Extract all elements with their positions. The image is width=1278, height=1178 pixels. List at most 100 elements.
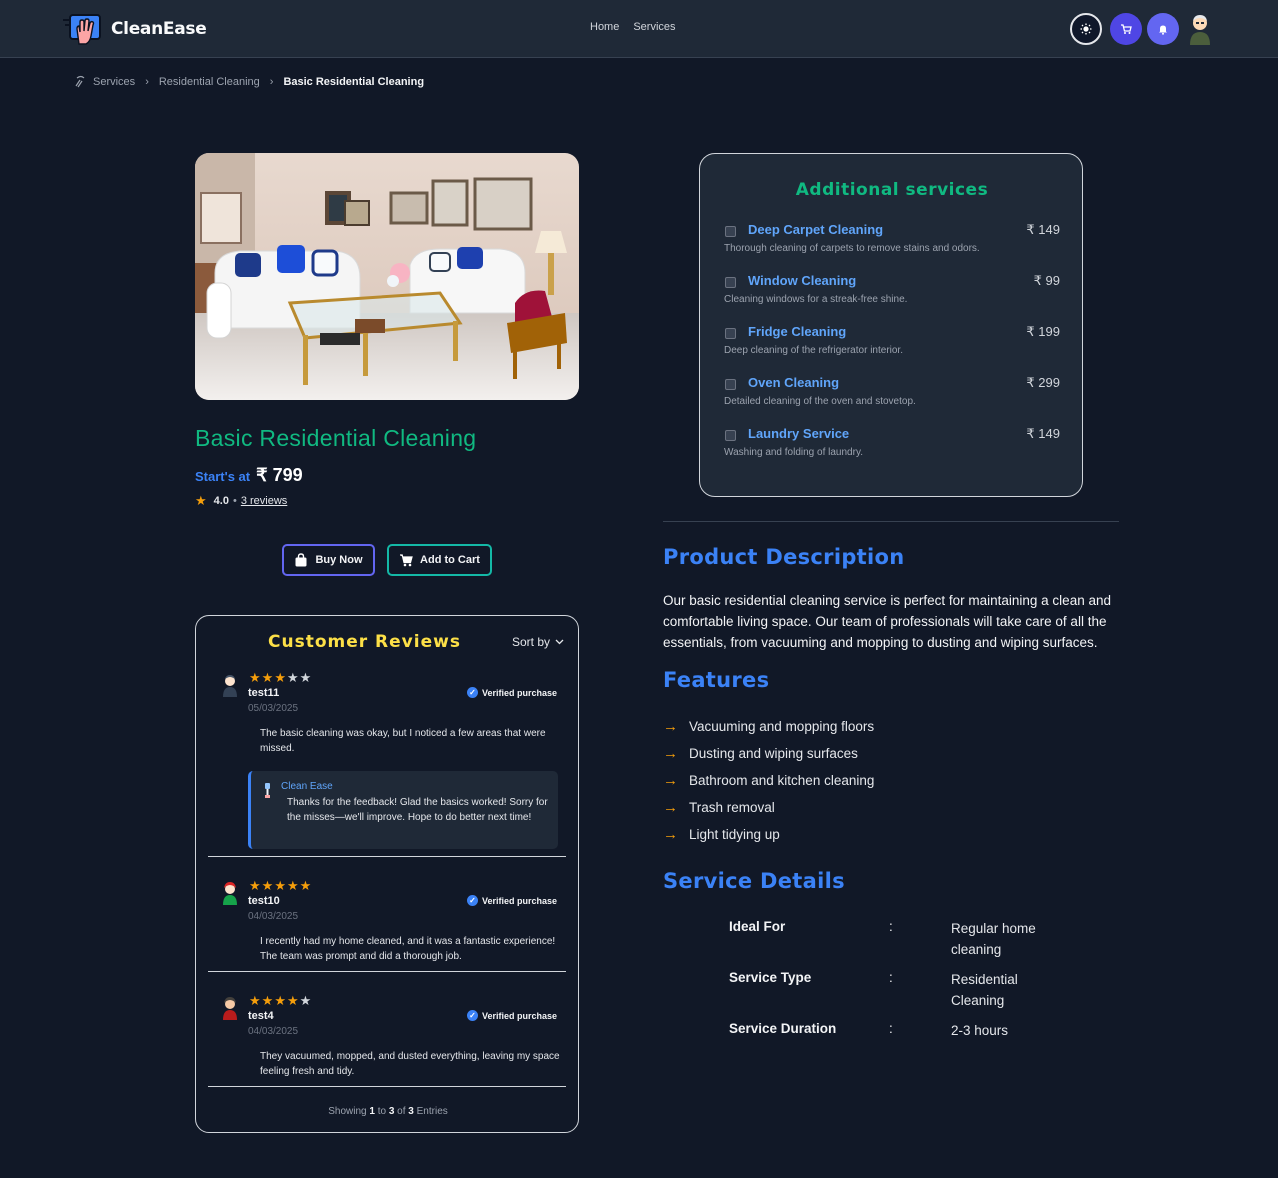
main-nav: Home Services — [590, 21, 676, 33]
star-filled-icon: ★ — [274, 670, 287, 685]
brand-name: CleanEase — [111, 19, 207, 39]
service-details-heading: Service Details — [663, 869, 845, 893]
review-divider — [208, 1086, 566, 1087]
customer-reviews-panel: Customer Reviews Sort by ★★★★★ test11 05… — [195, 615, 579, 1133]
price-value: ₹ 799 — [256, 465, 303, 485]
review-text: I recently had my home cleaned, and it w… — [260, 936, 556, 962]
star-filled-icon: ★ — [261, 993, 275, 1008]
sun-icon — [1080, 23, 1092, 35]
sort-by-label: Sort by — [511, 635, 550, 649]
service-checkbox[interactable] — [725, 277, 736, 288]
star-filled-icon: ★ — [249, 670, 262, 685]
showing-prefix: Showing — [328, 1106, 367, 1117]
service-option: Fridge Cleaning ₹ 199 Deep cleaning of t… — [724, 324, 1060, 365]
detail-value: 2-3 hours — [951, 1023, 1009, 1038]
verified-label: Verified purchase — [481, 895, 557, 906]
cart-button[interactable] — [1110, 13, 1142, 45]
service-checkbox[interactable] — [725, 328, 736, 339]
theme-toggle-button[interactable] — [1070, 13, 1102, 45]
service-price: ₹ 149 — [1026, 426, 1060, 441]
top-navbar: CleanEase Home Services — [0, 0, 1278, 58]
star-icon: ★ — [195, 493, 207, 508]
review-item: ★★★★★ test4 04/03/2025 ✓ Verified purcha… — [208, 993, 566, 1088]
reviewer-name: test4 — [248, 1010, 274, 1022]
user-avatar[interactable] — [1186, 13, 1214, 45]
review-text: The basic cleaning was okay, but I notic… — [260, 728, 546, 754]
service-price: ₹ 99 — [1033, 273, 1060, 288]
seller-reply: Clean Ease Thanks for the feedback! Glad… — [248, 771, 558, 849]
reviewer-name: test10 — [248, 895, 280, 907]
star-empty-icon: ★ — [299, 993, 313, 1008]
features-heading: Features — [663, 668, 770, 692]
review-stars: ★★★★★ — [249, 878, 312, 894]
review-date: 04/03/2025 — [248, 1026, 299, 1037]
star-filled-icon: ★ — [299, 878, 313, 893]
sort-by-dropdown[interactable]: Sort by — [512, 635, 564, 649]
reviewer-avatar — [221, 996, 239, 1020]
cleaner-brush-icon — [263, 783, 272, 799]
showing-from: 1 — [369, 1106, 375, 1117]
nav-services-link[interactable]: Services — [633, 21, 675, 33]
feature-label: Dusting and wiping surfaces — [689, 746, 858, 761]
verified-badge: ✓ Verified purchase — [466, 1010, 557, 1021]
star-filled-icon: ★ — [274, 878, 287, 893]
additional-services-panel: Additional services Deep Carpet Cleaning… — [699, 153, 1083, 497]
review-date: 04/03/2025 — [248, 911, 299, 922]
breadcrumb-services[interactable]: Services — [93, 76, 135, 88]
feature-item: → Trash removal — [663, 794, 874, 821]
verified-check-icon: ✓ — [466, 895, 478, 906]
add-to-cart-button[interactable]: Add to Cart — [387, 544, 492, 576]
showing-to: 3 — [388, 1106, 395, 1117]
notifications-button[interactable] — [1147, 13, 1179, 45]
product-title: Basic Residential Cleaning — [195, 425, 477, 451]
detail-key: Service Duration — [729, 1021, 837, 1036]
arrow-right-icon: → — [663, 772, 678, 789]
shopping-bag-icon — [295, 553, 307, 567]
reviewer-avatar — [221, 673, 239, 697]
service-price: ₹ 149 — [1026, 222, 1060, 237]
review-stars: ★★★★★ — [249, 670, 312, 686]
service-name[interactable]: Window Cleaning — [748, 273, 856, 288]
bell-icon — [1159, 25, 1167, 35]
chevron-right-icon: › — [145, 75, 149, 88]
service-description: Deep cleaning of the refrigerator interi… — [724, 345, 903, 356]
pagination-info: Showing 1 to 3 of 3 Entries — [196, 1106, 580, 1117]
review-divider — [208, 971, 566, 972]
detail-key: Service Type — [729, 970, 812, 985]
reviews-link[interactable]: 3 reviews — [241, 495, 287, 507]
service-name[interactable]: Oven Cleaning — [748, 375, 839, 390]
service-option: Laundry Service ₹ 149 Washing and foldin… — [724, 426, 1060, 467]
service-price: ₹ 199 — [1026, 324, 1060, 339]
service-description: Thorough cleaning of carpets to remove s… — [724, 243, 980, 254]
buy-now-label: Buy Now — [315, 554, 363, 566]
buy-now-button[interactable]: Buy Now — [282, 544, 375, 576]
service-name[interactable]: Deep Carpet Cleaning — [748, 222, 883, 237]
verified-badge: ✓ Verified purchase — [466, 895, 557, 906]
reviewer-name: test11 — [248, 687, 280, 699]
service-name[interactable]: Laundry Service — [748, 426, 849, 441]
service-description: Cleaning windows for a streak-free shine… — [724, 294, 908, 305]
service-checkbox[interactable] — [725, 226, 736, 237]
showing-of-word: of — [397, 1106, 406, 1117]
rating-value: 4.0 — [213, 495, 229, 507]
service-option: Deep Carpet Cleaning ₹ 149 Thorough clea… — [724, 222, 1060, 263]
service-checkbox[interactable] — [725, 379, 736, 390]
home-broom-icon[interactable] — [74, 75, 86, 88]
price-row: Start's at ₹ 799 — [195, 465, 303, 486]
cleaning-hand-icon — [62, 12, 106, 46]
product-image — [195, 153, 579, 400]
feature-label: Light tidying up — [689, 827, 780, 842]
reply-author: Clean Ease — [281, 781, 333, 792]
description-text: Our basic residential cleaning service i… — [663, 593, 1111, 650]
service-description: Washing and folding of laundry. — [724, 447, 863, 458]
service-name[interactable]: Fridge Cleaning — [748, 324, 846, 339]
breadcrumb-residential-cleaning[interactable]: Residential Cleaning — [159, 76, 260, 88]
service-description: Detailed cleaning of the oven and stovet… — [724, 396, 916, 407]
nav-home-link[interactable]: Home — [590, 21, 619, 33]
service-checkbox[interactable] — [725, 430, 736, 441]
arrow-right-icon: → — [663, 826, 678, 843]
brand-logo[interactable]: CleanEase — [62, 12, 207, 46]
star-filled-icon: ★ — [286, 878, 300, 893]
detail-value: Residential Cleaning — [951, 972, 1018, 1008]
star-filled-icon: ★ — [286, 993, 300, 1008]
